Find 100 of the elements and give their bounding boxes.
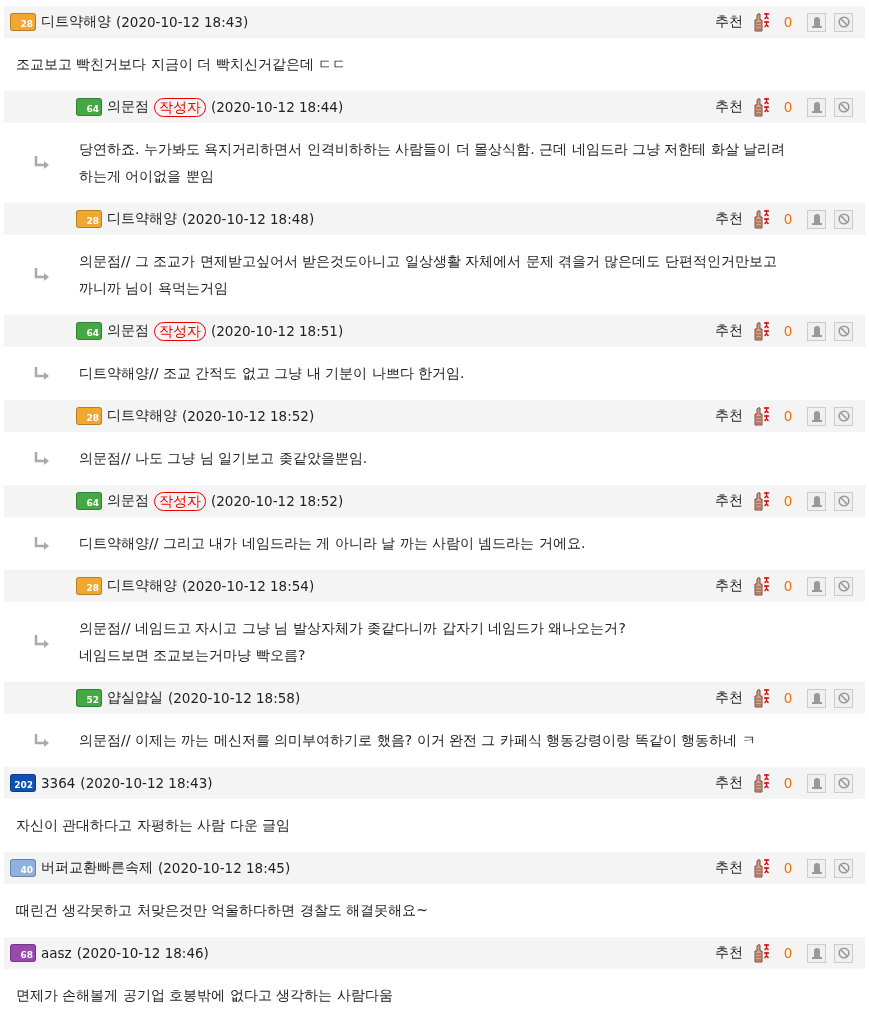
- author-name[interactable]: 얍실얍실: [107, 689, 163, 707]
- reply-arrow-icon: [34, 536, 50, 551]
- recommend-count: 0: [782, 493, 794, 509]
- block-icon: [837, 692, 850, 704]
- author-name[interactable]: 디트약해양: [107, 407, 177, 425]
- comment-time: (2020-10-12 18:52): [211, 493, 344, 509]
- comment-time: (2020-10-12 18:43): [80, 775, 213, 791]
- block-icon: [837, 777, 850, 789]
- block-icon: [837, 101, 850, 113]
- siren-icon: [810, 101, 823, 113]
- recommend-count: 0: [782, 408, 794, 424]
- comment-text: 당연하죠. 누가봐도 욕지거리하면서 인격비하하는 사람들이 더 몰상식함. 근데 네임드라 그냥 저한테 화살 날리려 하는게 어이없을 뿐임: [79, 140, 786, 186]
- block-button[interactable]: [834, 406, 853, 426]
- comment-text: 때린건 생각못하고 처맞은것만 억울하다하면 경찰도 해결못해요~: [16, 901, 428, 920]
- level-badge-icon: 202: [10, 774, 36, 792]
- block-button[interactable]: [834, 321, 853, 341]
- level-badge-icon: 28: [76, 577, 102, 595]
- author-name[interactable]: 디트약해양: [41, 13, 111, 31]
- recommend-label: 추천: [715, 577, 743, 595]
- level-badge-icon: 28: [10, 13, 36, 31]
- level-badge-icon: 68: [10, 944, 36, 962]
- recommend-count: 0: [782, 99, 794, 115]
- siren-icon: [810, 410, 823, 422]
- comment-time: (2020-10-12 18:46): [76, 945, 209, 961]
- siren-icon: [810, 777, 823, 789]
- block-button[interactable]: [834, 209, 853, 229]
- report-button[interactable]: [807, 12, 826, 32]
- siren-icon: [810, 580, 823, 592]
- comment-time: (2020-10-12 18:43): [116, 14, 249, 30]
- comment-text: 조교보고 빡친거보다 지금이 더 빡치신거같은데 ㄷㄷ: [16, 55, 347, 74]
- author-name[interactable]: 디트약해양: [107, 210, 177, 228]
- recommend-label: 추천: [715, 859, 743, 877]
- recommend-count: 0: [782, 775, 794, 791]
- author-name[interactable]: 의문점: [107, 322, 149, 340]
- comment-time: (2020-10-12 18:58): [168, 690, 301, 706]
- recommend-label: 추천: [715, 689, 743, 707]
- reply-arrow-icon: [34, 268, 50, 282]
- siren-icon: [810, 495, 823, 507]
- recommend-count: 0: [782, 14, 794, 30]
- comment-text: 의문점// 네임드고 자시고 그냥 님 발상자체가 좆같다니까 갑자기 네임드가 왜나오는거? 네임드보면 조교보는거마냥 빡오름?: [79, 619, 626, 665]
- comment-time: (2020-10-12 18:48): [182, 211, 315, 227]
- comment-text: 면제가 손해볼게 공기업 호봉밖에 없다고 생각하는 사람다움: [16, 986, 393, 1005]
- block-button[interactable]: [834, 576, 853, 596]
- recommend-label: 추천: [715, 210, 743, 228]
- block-button[interactable]: [834, 858, 853, 878]
- block-icon: [837, 213, 850, 225]
- block-button[interactable]: [834, 773, 853, 793]
- block-icon: [837, 16, 850, 28]
- siren-icon: [810, 862, 823, 874]
- reply-arrow-icon: [34, 451, 50, 466]
- recommend-label: 추천: [715, 492, 743, 510]
- report-button[interactable]: [807, 406, 826, 426]
- comment-text: 자신이 관대하다고 자평하는 사람 다운 글임: [16, 816, 291, 835]
- recommend-count: 0: [782, 323, 794, 339]
- author-name[interactable]: 의문점: [107, 98, 149, 116]
- author-name[interactable]: 3364: [41, 775, 76, 791]
- report-button[interactable]: [807, 97, 826, 117]
- block-button[interactable]: [834, 12, 853, 32]
- block-icon: [837, 947, 850, 959]
- report-button[interactable]: [807, 321, 826, 341]
- author-name[interactable]: 의문점: [107, 492, 149, 510]
- reply-arrow-icon: [34, 156, 50, 170]
- block-icon: [837, 580, 850, 592]
- author-name[interactable]: 버퍼교환빠른속제: [41, 859, 153, 877]
- report-button[interactable]: [807, 209, 826, 229]
- siren-icon: [810, 325, 823, 337]
- report-button[interactable]: [807, 943, 826, 963]
- level-badge-icon: 28: [76, 210, 102, 228]
- block-button[interactable]: [834, 688, 853, 708]
- recommend-count: 0: [782, 211, 794, 227]
- block-button[interactable]: [834, 97, 853, 117]
- report-button[interactable]: [807, 688, 826, 708]
- report-button[interactable]: [807, 773, 826, 793]
- reply-arrow-icon: [34, 366, 50, 381]
- block-button[interactable]: [834, 491, 853, 511]
- comment-time: (2020-10-12 18:51): [211, 323, 344, 339]
- comment-text: 디트약해양// 조교 간적도 없고 그냥 내 기분이 나쁘다 한거임.: [79, 364, 465, 383]
- level-badge-icon: 28: [76, 407, 102, 425]
- block-icon: [837, 862, 850, 874]
- level-badge-icon: 64: [76, 492, 102, 510]
- block-button[interactable]: [834, 943, 853, 963]
- author-name[interactable]: aasz: [41, 945, 72, 961]
- comment-time: (2020-10-12 18:45): [158, 860, 291, 876]
- recommend-label: 추천: [715, 774, 743, 792]
- recommend-label: 추천: [715, 407, 743, 425]
- report-button[interactable]: [807, 491, 826, 511]
- level-badge-icon: 64: [76, 322, 102, 340]
- block-icon: [837, 495, 850, 507]
- recommend-count: 0: [782, 690, 794, 706]
- comment-text: 디트약해양// 그리고 내가 네임드라는 게 아니라 날 까는 사람이 넴드라는 거에요.: [79, 534, 586, 553]
- recommend-count: 0: [782, 860, 794, 876]
- report-button[interactable]: [807, 576, 826, 596]
- comment-text: 의문점// 나도 그냥 님 일기보고 좆같았을뿐임.: [79, 449, 368, 468]
- recommend-label: 추천: [715, 322, 743, 340]
- recommend-label: 추천: [715, 13, 743, 31]
- comment-text: 의문점// 이제는 까는 메신저를 의미부여하기로 했음? 이거 완전 그 카페식 행동강령이랑 똑같이 행동하네 ㅋ: [79, 731, 756, 750]
- siren-icon: [810, 213, 823, 225]
- report-button[interactable]: [807, 858, 826, 878]
- reply-arrow-icon: [34, 635, 50, 649]
- author-name[interactable]: 디트약해양: [107, 577, 177, 595]
